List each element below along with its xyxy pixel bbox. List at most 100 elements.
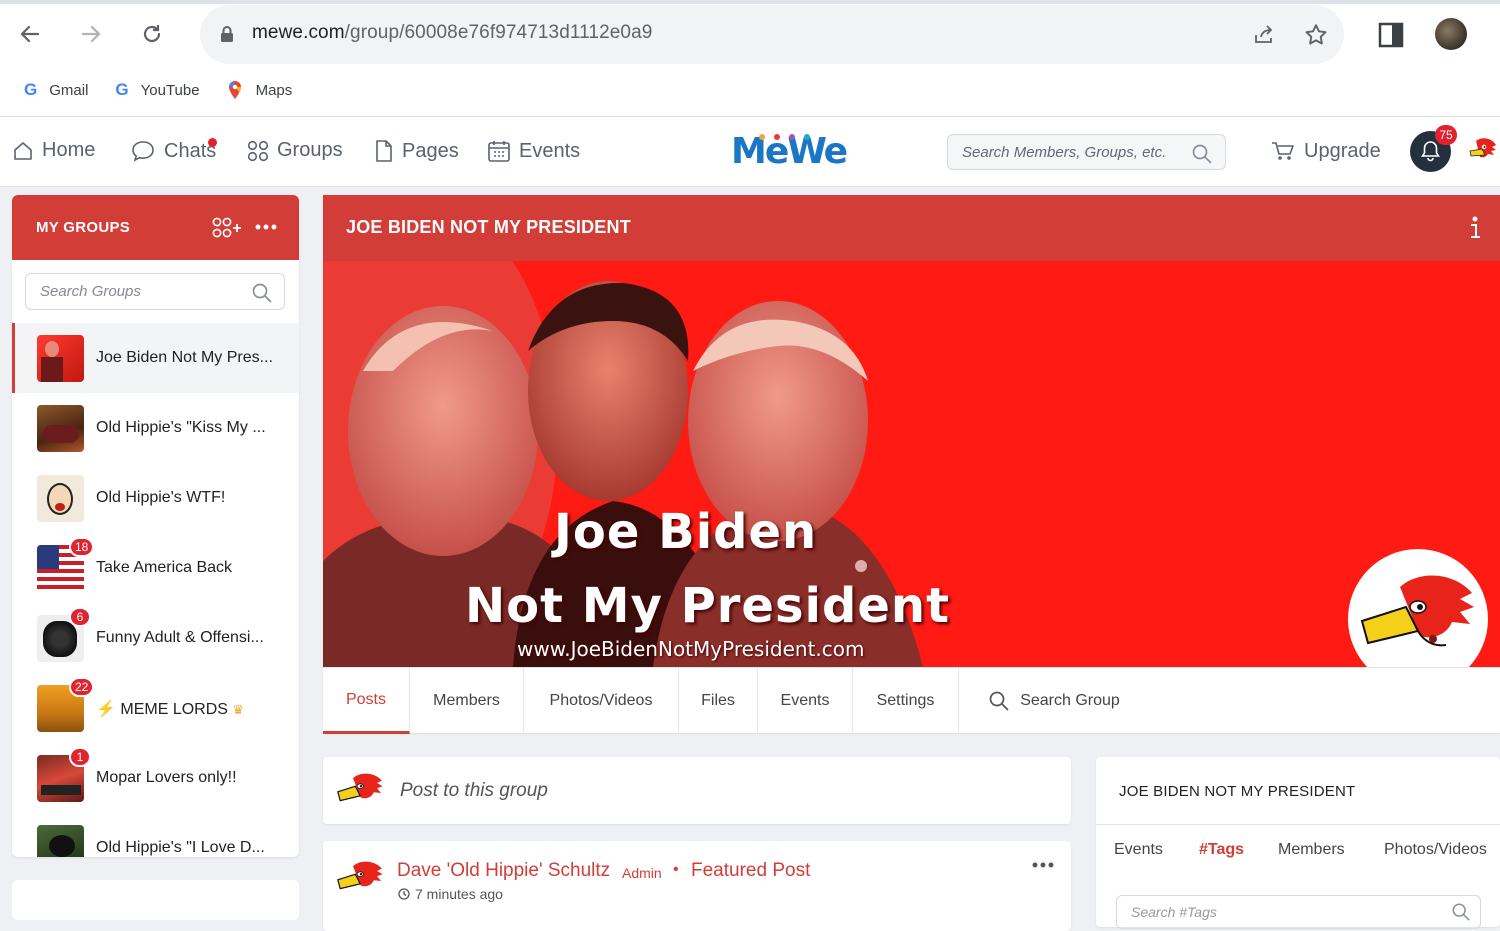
logo-dot <box>804 134 810 140</box>
tab-strip <box>0 0 1500 4</box>
back-button[interactable] <box>14 18 46 50</box>
featured-post-label: Featured Post <box>691 860 811 881</box>
add-group-icon[interactable] <box>212 217 242 239</box>
tab-members[interactable]: Members <box>410 668 524 734</box>
group-name: Old Hippie's "Kiss My ... <box>96 419 266 436</box>
my-groups-title: MY GROUPS <box>36 219 131 236</box>
author-avatar[interactable] <box>337 859 385 899</box>
bookmark-star-icon[interactable] <box>1303 22 1329 48</box>
unread-badge: 18 <box>69 537 95 557</box>
lock-icon <box>221 26 233 42</box>
post-options-icon[interactable] <box>1032 862 1054 868</box>
notifications-button[interactable]: 75 <box>1410 125 1457 172</box>
maps-pin-icon <box>228 81 241 99</box>
group-thumbnail <box>37 405 84 452</box>
composer-placeholder: Post to this group <box>400 780 548 801</box>
post-timestamp: 7 minutes ago <box>415 886 503 902</box>
reload-button[interactable] <box>136 18 168 50</box>
notification-count-badge: 75 <box>1435 125 1457 145</box>
group-thumbnail <box>37 825 84 857</box>
invite-panel <box>12 880 299 920</box>
banner-headline-1: Joe Biden <box>554 504 818 560</box>
info-icon[interactable] <box>1467 215 1483 241</box>
group-name: Old Hippie's "I Love D... <box>96 839 265 856</box>
info-tab-photos-videos[interactable]: Photos/Videos <box>1384 841 1487 859</box>
lightning-icon: ⚡ <box>96 701 116 718</box>
user-avatar-woodpecker[interactable] <box>1466 135 1500 167</box>
group-item[interactable]: ⚡ MEME LORDS ♛ 22 <box>12 673 299 743</box>
share-icon[interactable] <box>1252 23 1276 47</box>
group-item[interactable]: Old Hippie's "Kiss My ... <box>12 393 299 463</box>
group-name: Funny Adult & Offensi... <box>96 629 264 646</box>
top-navigation: Home Chats Groups Pages Events MeWe Sear… <box>0 117 1500 187</box>
unread-dot <box>208 138 217 147</box>
group-item[interactable]: Take America Back 18 <box>12 533 299 603</box>
post-author[interactable]: Dave 'Old Hippie' Schultz <box>397 860 610 882</box>
profile-avatar[interactable] <box>1435 18 1467 50</box>
mewe-logo[interactable]: MeWe <box>731 131 848 172</box>
tab-posts[interactable]: Posts <box>323 668 410 734</box>
group-item[interactable]: Joe Biden Not My Pres... <box>12 323 299 393</box>
my-groups-panel: MY GROUPS Search Groups Joe Biden Not My… <box>12 195 299 857</box>
side-panel-icon[interactable] <box>1378 22 1404 48</box>
nav-chats[interactable]: Chats <box>130 138 217 163</box>
more-options-icon[interactable] <box>255 224 277 230</box>
home-icon <box>14 141 32 160</box>
group-name: Take America Back <box>96 559 233 576</box>
nav-home[interactable]: Home <box>12 139 95 162</box>
bookmark-youtube[interactable]: G YouTube <box>115 80 199 100</box>
tab-events[interactable]: Events <box>758 668 853 734</box>
cart-icon <box>1272 142 1294 160</box>
forward-button[interactable] <box>75 18 107 50</box>
featured-post: Dave 'Old Hippie' Schultz Admin • Featur… <box>323 841 1071 931</box>
logo-dot <box>774 134 780 140</box>
group-list: Joe Biden Not My Pres... Old Hippie's "K… <box>12 323 299 857</box>
calendar-icon <box>488 141 510 162</box>
bookmark-maps[interactable]: Maps <box>227 80 292 100</box>
group-item[interactable]: Old Hippie's "I Love D... <box>12 813 299 857</box>
tab-files[interactable]: Files <box>679 668 758 734</box>
unread-badge: 6 <box>69 607 91 627</box>
google-icon: G <box>115 80 129 99</box>
group-name: ⚡ MEME LORDS ♛ <box>96 701 245 718</box>
banner-headline-2: Not My President <box>465 578 951 634</box>
unread-badge: 22 <box>69 677 95 697</box>
forward-arrow-icon <box>81 25 101 43</box>
google-icon: G <box>24 80 38 99</box>
meta-separator: • <box>673 861 679 878</box>
search-group-button[interactable]: Search Group <box>959 668 1149 734</box>
nav-groups[interactable]: Groups <box>247 139 343 162</box>
clock-icon <box>398 888 410 900</box>
group-item[interactable]: Old Hippie's WTF! <box>12 463 299 533</box>
info-tab-events[interactable]: Events <box>1114 841 1163 859</box>
group-title-bar: JOE BIDEN NOT MY PRESIDENT <box>323 195 1500 261</box>
woodpecker-icon <box>1360 575 1474 647</box>
group-banner: Joe Biden Not My President www.JoeBidenN… <box>323 261 1500 667</box>
upgrade-button[interactable]: Upgrade <box>1270 139 1381 163</box>
tab-photos-videos[interactable]: Photos/Videos <box>524 668 679 734</box>
group-search-input[interactable]: Search Groups <box>25 273 285 310</box>
info-tab-members[interactable]: Members <box>1278 841 1345 859</box>
nav-events[interactable]: Events <box>487 139 580 163</box>
bookmark-gmail[interactable]: G Gmail <box>24 80 88 100</box>
unread-badge: 1 <box>69 747 91 767</box>
info-tab-tags[interactable]: #Tags <box>1199 841 1244 859</box>
nav-pages[interactable]: Pages <box>374 139 459 163</box>
banner-url-text: www.JoeBidenNotMyPresident.com <box>517 637 865 661</box>
search-icon <box>1192 144 1212 164</box>
post-composer[interactable]: Post to this group <box>323 757 1071 824</box>
tab-settings[interactable]: Settings <box>853 668 959 734</box>
group-item[interactable]: Mopar Lovers only!! 1 <box>12 743 299 813</box>
bell-icon <box>1421 141 1440 162</box>
info-card-title: JOE BIDEN NOT MY PRESIDENT <box>1119 783 1356 800</box>
info-card-tabs: Events #Tags Members Photos/Videos <box>1096 824 1500 874</box>
address-bar[interactable]: mewe.com/group/60008e76f974713d1112e0a9 <box>200 5 1344 64</box>
group-item[interactable]: Funny Adult & Offensi... 6 <box>12 603 299 673</box>
tag-search-input[interactable]: Search #Tags <box>1116 895 1481 929</box>
logo-dot <box>759 134 765 140</box>
group-name: Joe Biden Not My Pres... <box>96 349 273 366</box>
url-text: mewe.com/group/60008e76f974713d1112e0a9 <box>252 22 653 43</box>
global-search-input[interactable]: Search Members, Groups, etc. <box>947 134 1226 170</box>
group-name: Old Hippie's WTF! <box>96 489 226 506</box>
group-title: JOE BIDEN NOT MY PRESIDENT <box>346 217 631 237</box>
